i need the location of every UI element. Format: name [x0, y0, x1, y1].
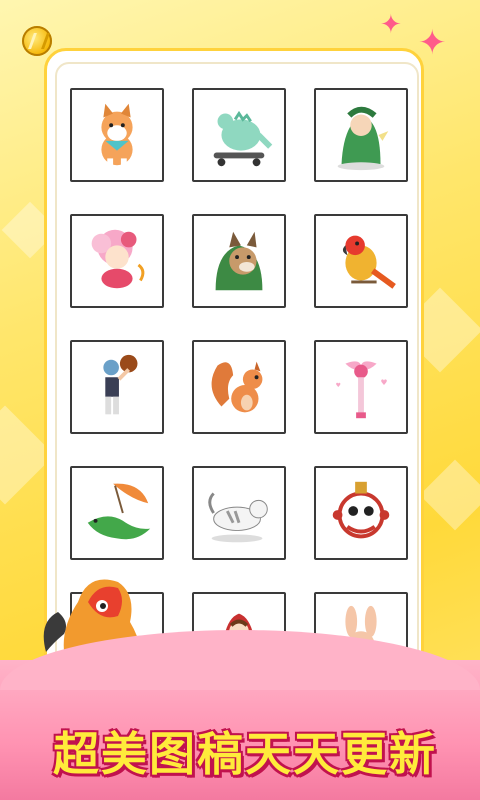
tile-squirrel[interactable]: [192, 340, 286, 434]
coin-icon[interactable]: [22, 26, 52, 56]
lion-dance-icon: [332, 481, 390, 539]
crocodile-icon: [87, 483, 151, 540]
tile-shiba-dog[interactable]: [70, 88, 164, 182]
dino-costume-icon: [337, 106, 389, 171]
tile-basketball-player[interactable]: [70, 340, 164, 434]
tile-pink-hair-girl[interactable]: [70, 214, 164, 308]
player-icon: [103, 354, 138, 415]
tile-lion-dance[interactable]: [314, 466, 408, 560]
shiba-icon: [101, 103, 133, 169]
tile-dino-costume-kid[interactable]: [314, 88, 408, 182]
squirrel-icon: [211, 361, 263, 413]
sparkle-icon: ✦: [418, 23, 447, 63]
tile-crocodile-leaf-umbrella[interactable]: [70, 466, 164, 560]
tile-magic-wand[interactable]: ♥ ♥: [314, 340, 408, 434]
bulldog-icon: [215, 231, 263, 291]
cat-icon: [208, 492, 268, 543]
svg-text:♥: ♥: [381, 378, 388, 387]
girl-icon: [91, 229, 145, 289]
bg-diamond: [419, 459, 480, 531]
tile-parrot[interactable]: [314, 214, 408, 308]
sparkle-icon: ✦: [380, 10, 402, 40]
tile-dinosaur-skateboard[interactable]: [192, 88, 286, 182]
wand-icon: ♥ ♥: [336, 361, 388, 419]
parrot-icon: [342, 235, 396, 289]
svg-text:♥: ♥: [336, 382, 341, 389]
tile-bulldog-dino-hood[interactable]: [192, 214, 286, 308]
dino-skate-icon: [213, 110, 273, 167]
tile-cat[interactable]: [192, 466, 286, 560]
slogan-text: 超美图稿天天更新: [53, 727, 437, 781]
